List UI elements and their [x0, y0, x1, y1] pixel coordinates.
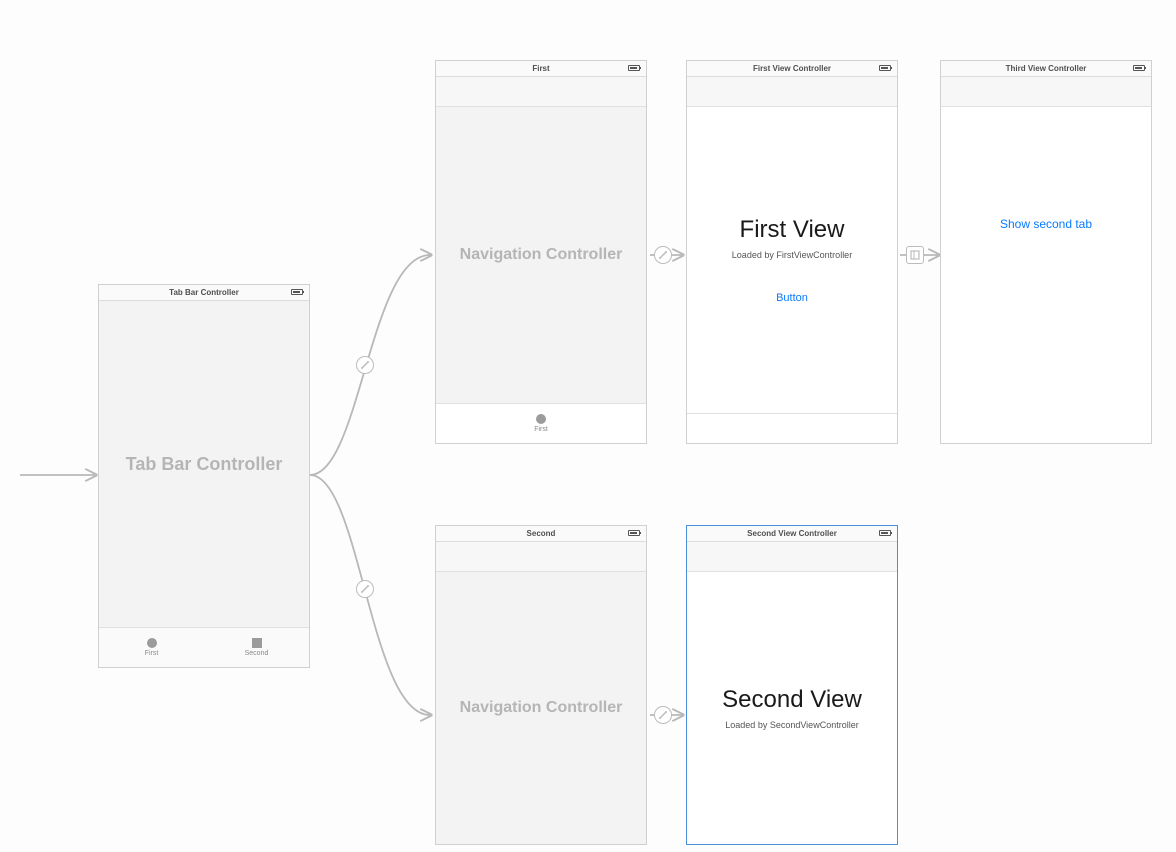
scene-content: Tab Bar Controller	[99, 301, 309, 627]
scene-nav-controller-first[interactable]: First Navigation Controller First	[435, 60, 647, 444]
scene-title: Third View Controller	[941, 61, 1151, 77]
scene-title-text: Second View Controller	[747, 529, 837, 538]
circle-icon	[147, 638, 157, 648]
scene-first-view-controller[interactable]: First View Controller First View Loaded …	[686, 60, 898, 444]
segue-relationship-icon	[356, 356, 374, 374]
scene-content: Navigation Controller	[436, 107, 646, 403]
scene-third-view-controller[interactable]: Third View Controller Show second tab	[940, 60, 1152, 444]
circle-icon	[536, 414, 546, 424]
scene-content: Second View Loaded by SecondViewControll…	[687, 572, 897, 844]
tab-item-second[interactable]: Second	[204, 628, 309, 667]
tab-bar: First Second	[99, 627, 309, 667]
tabbar-controller-label: Tab Bar Controller	[126, 454, 283, 475]
tab-item-first[interactable]: First	[99, 628, 204, 667]
tab-item-first[interactable]: First	[436, 404, 646, 443]
segue-relationship-icon	[356, 580, 374, 598]
tab-item-label: First	[534, 426, 548, 433]
scene-tabbar-controller[interactable]: Tab Bar Controller Tab Bar Controller Fi…	[98, 284, 310, 668]
tab-bar-placeholder	[687, 413, 897, 443]
battery-icon	[879, 65, 891, 71]
scene-title-text: Tab Bar Controller	[169, 288, 239, 297]
scene-content: Navigation Controller	[436, 572, 646, 844]
tab-bar: First	[436, 403, 646, 443]
scene-content: First View Loaded by FirstViewController…	[687, 107, 897, 413]
scene-title: Tab Bar Controller	[99, 285, 309, 301]
nav-controller-label: Navigation Controller	[460, 699, 623, 717]
scene-title: First	[436, 61, 646, 77]
show-second-tab-button[interactable]: Show second tab	[1000, 217, 1092, 231]
tab-item-label: First	[145, 650, 159, 657]
square-icon	[252, 638, 262, 648]
scene-title-text: First View Controller	[753, 64, 831, 73]
navigation-bar	[941, 77, 1151, 107]
scene-second-view-controller[interactable]: Second View Controller Second View Loade…	[686, 525, 898, 845]
battery-icon	[879, 530, 891, 536]
navigation-bar	[687, 77, 897, 107]
first-view-heading: First View	[740, 216, 845, 244]
segue-relationship-icon	[654, 246, 672, 264]
scene-title-text: Second	[527, 529, 556, 538]
second-view-heading: Second View	[722, 686, 862, 714]
segue-show-icon	[906, 246, 924, 264]
navigation-bar	[687, 542, 897, 572]
button[interactable]: Button	[776, 292, 808, 304]
battery-icon	[291, 289, 303, 295]
first-view-subtitle: Loaded by FirstViewController	[732, 250, 852, 260]
nav-controller-label: Navigation Controller	[460, 246, 623, 264]
battery-icon	[628, 65, 640, 71]
scene-title-text: First	[532, 64, 549, 73]
second-view-subtitle: Loaded by SecondViewController	[725, 720, 858, 730]
tab-item-label: Second	[245, 650, 269, 657]
battery-icon	[628, 530, 640, 536]
scene-title: First View Controller	[687, 61, 897, 77]
scene-content: Show second tab	[941, 107, 1151, 443]
segue-relationship-icon	[654, 706, 672, 724]
scene-title-text: Third View Controller	[1006, 64, 1087, 73]
scene-title: Second	[436, 526, 646, 542]
battery-icon	[1133, 65, 1145, 71]
scene-nav-controller-second[interactable]: Second Navigation Controller	[435, 525, 647, 845]
navigation-bar	[436, 77, 646, 107]
navigation-bar	[436, 542, 646, 572]
scene-title: Second View Controller	[687, 526, 897, 542]
